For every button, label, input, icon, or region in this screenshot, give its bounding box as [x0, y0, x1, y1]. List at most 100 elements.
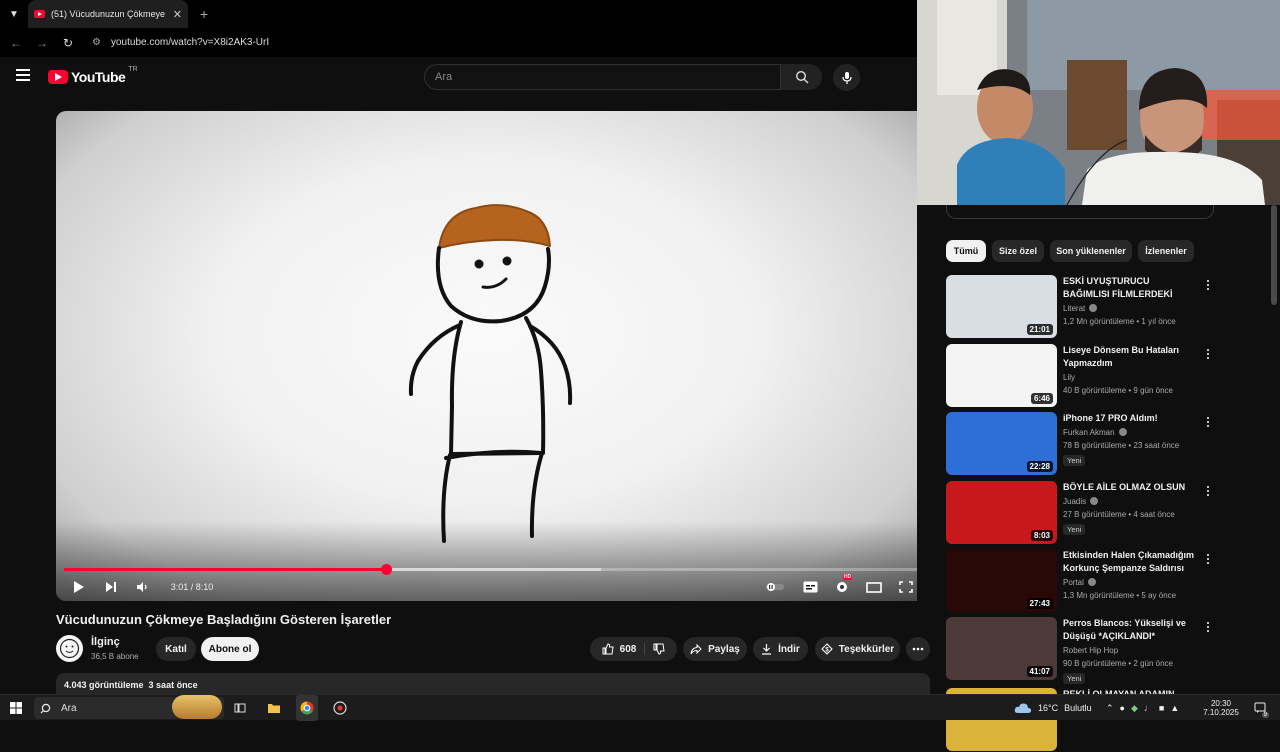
recommendation-thumbnail[interactable]: 6:46: [946, 344, 1057, 407]
channel-avatar[interactable]: [56, 635, 83, 662]
dislike-button[interactable]: [651, 643, 665, 655]
recommendation-item[interactable]: 22:28 iPhone 17 PRO Aldım! Furkan Akman 78 …: [946, 412, 1236, 476]
sidebar-scrollbar[interactable]: [1271, 205, 1277, 305]
search-highlight-image: [172, 695, 222, 719]
youtube-header: YouTube TR: [0, 57, 917, 97]
system-tray: ⌃ ● ◆ ♩ ■ ▲: [1106, 695, 1196, 721]
notifications-button[interactable]: 9: [1250, 695, 1270, 721]
url-field[interactable]: youtube.com/watch?v=X8i2AK3-UrI: [111, 37, 269, 48]
more-vertical-icon[interactable]: [1203, 415, 1213, 429]
hamburger-menu-icon[interactable]: [16, 69, 30, 81]
subtitles-icon: [803, 581, 817, 593]
new-badge: Yeni: [1063, 673, 1086, 684]
channel-name[interactable]: İlginç: [91, 636, 120, 648]
more-actions-button[interactable]: [906, 637, 930, 661]
recommendation-title[interactable]: Perros Blancos: Yükselişi ve Düşüşü *AÇI…: [1063, 617, 1198, 643]
verified-check-icon: [1118, 428, 1127, 436]
site-info-icon[interactable]: ⚙: [92, 37, 106, 48]
autoplay-toggle[interactable]: [764, 576, 786, 598]
video-duration: 8:03: [1030, 530, 1053, 541]
recommendation-item[interactable]: 41:07 Perros Blancos: Yükselişi ve Düşüşü…: [946, 617, 1236, 684]
recommendation-channel-name: Juadis: [1063, 497, 1087, 506]
chip-watched[interactable]: İzlenenler: [1138, 240, 1194, 262]
recommendation-channel[interactable]: Juadis: [1063, 497, 1099, 506]
theater-mode-button[interactable]: [864, 576, 884, 598]
search-input[interactable]: [425, 65, 780, 89]
weather-description: Bulutlu: [1064, 703, 1092, 713]
recorder-taskbar-button[interactable]: [330, 695, 350, 721]
recommendation-title[interactable]: iPhone 17 PRO Aldım!: [1063, 412, 1198, 425]
start-button[interactable]: [6, 695, 26, 721]
recommendation-channel[interactable]: Robert Hip Hop: [1063, 646, 1118, 655]
network-tray-icon[interactable]: ■: [1159, 703, 1164, 713]
more-vertical-icon[interactable]: [1203, 552, 1213, 566]
like-button[interactable]: 608: [602, 643, 646, 655]
recommendation-thumbnail[interactable]: 8:03: [946, 481, 1057, 544]
forward-arrow-icon[interactable]: →: [30, 31, 54, 55]
new-tab-icon[interactable]: +: [200, 6, 208, 22]
youtube-logo[interactable]: YouTube TR: [48, 66, 138, 85]
back-arrow-icon[interactable]: ←: [4, 31, 28, 55]
recommendation-channel-name: Robert Hip Hop: [1063, 646, 1119, 655]
reload-icon[interactable]: ↻: [56, 31, 80, 55]
download-button[interactable]: İndir: [753, 637, 808, 661]
like-dislike-group: 608: [590, 637, 677, 661]
settings-button[interactable]: HD: [832, 574, 853, 598]
recommendation-item[interactable]: 6:46 Liseye Dönsem Bu Hataları Yapmazdım L…: [946, 344, 1236, 408]
recommendation-title[interactable]: Liseye Dönsem Bu Hataları Yapmazdım: [1063, 344, 1198, 370]
theater-mode-icon: [866, 581, 882, 593]
more-vertical-icon[interactable]: [1203, 484, 1213, 498]
recommendation-channel[interactable]: Literat: [1063, 304, 1098, 313]
volume-button[interactable]: [133, 576, 151, 598]
recommendation-channel[interactable]: Lily: [1063, 373, 1075, 382]
recommendation-thumbnail[interactable]: 21:01: [946, 275, 1057, 338]
recommendation-channel[interactable]: Furkan Akman: [1063, 428, 1127, 437]
tray-overflow-chevron-icon[interactable]: ⌃: [1106, 703, 1114, 714]
tab-list-chevron-icon[interactable]: ▼: [0, 0, 28, 28]
recommendation-thumbnail[interactable]: 22:28: [946, 412, 1057, 475]
progress-bar[interactable]: [64, 564, 917, 575]
search-button[interactable]: [781, 64, 822, 90]
chrome-icon: [300, 701, 314, 715]
more-vertical-icon[interactable]: [1203, 278, 1213, 292]
fullscreen-button[interactable]: [896, 576, 916, 598]
task-view-button[interactable]: [230, 695, 250, 721]
recommendation-title[interactable]: BÖYLE AİLE OLMAZ OLSUN: [1063, 481, 1198, 494]
microphone-tray-icon[interactable]: ●: [1120, 703, 1125, 713]
recommendation-item[interactable]: 8:03 BÖYLE AİLE OLMAZ OLSUN Juadis 27 B gör…: [946, 481, 1236, 545]
taskbar-search[interactable]: Ara: [34, 695, 224, 719]
language-tray-icon[interactable]: ▲: [1170, 703, 1179, 713]
voice-search-button[interactable]: [833, 64, 860, 91]
weather-widget[interactable]: 16°C Bulutlu: [1014, 695, 1094, 721]
next-button[interactable]: [102, 576, 120, 598]
recommendation-thumbnail[interactable]: 27:43: [946, 549, 1057, 612]
volume-tray-icon[interactable]: ♩: [1144, 703, 1153, 713]
tab-title: (51) Vücudunuzun Çökmeye Başladığını Gös…: [51, 9, 167, 19]
play-button[interactable]: [70, 576, 88, 598]
thanks-button[interactable]: $ Teşekkürler: [815, 637, 900, 661]
file-explorer-button[interactable]: [264, 695, 284, 721]
chip-all[interactable]: Tümü: [946, 240, 986, 262]
recommendation-title[interactable]: Etkisinden Halen Çıkamadığım Korkunç Şem…: [1063, 549, 1198, 575]
clock[interactable]: 20:30 7.10.2025: [1198, 695, 1244, 721]
more-vertical-icon[interactable]: [1203, 347, 1213, 361]
recommendation-thumbnail[interactable]: 41:07: [946, 617, 1057, 680]
chip-for-you[interactable]: Size özel: [992, 240, 1044, 262]
share-button[interactable]: Paylaş: [683, 637, 747, 661]
webcam-feed-image: [917, 0, 1280, 205]
subscribe-button[interactable]: Abone ol: [201, 637, 259, 661]
recommendation-channel[interactable]: Portal: [1063, 578, 1096, 587]
tab-close-icon[interactable]: ✕: [173, 8, 182, 21]
more-vertical-icon[interactable]: [1203, 620, 1213, 634]
chip-recently-uploaded[interactable]: Son yüklenenler: [1050, 240, 1132, 262]
browser-tab[interactable]: (51) Vücudunuzun Çökmeye Başladığını Gös…: [28, 0, 188, 28]
recommendation-title[interactable]: ESKİ UYUŞTURUCU BAĞIMLISI FİLMLERDEKİ UY…: [1063, 275, 1198, 301]
recommendation-item[interactable]: 21:01 ESKİ UYUŞTURUCU BAĞIMLISI FİLMLERDE…: [946, 275, 1236, 339]
recommendation-item[interactable]: 27:43 Etkisinden Halen Çıkamadığım Korkun…: [946, 549, 1236, 613]
subtitles-button[interactable]: [800, 576, 820, 598]
video-player[interactable]: 3:01 / 8:10 HD: [56, 111, 917, 601]
cloud-icon: [1014, 703, 1032, 713]
shield-tray-icon[interactable]: ◆: [1131, 703, 1138, 714]
chrome-taskbar-button[interactable]: [296, 695, 318, 721]
join-button[interactable]: Katıl: [156, 637, 196, 661]
